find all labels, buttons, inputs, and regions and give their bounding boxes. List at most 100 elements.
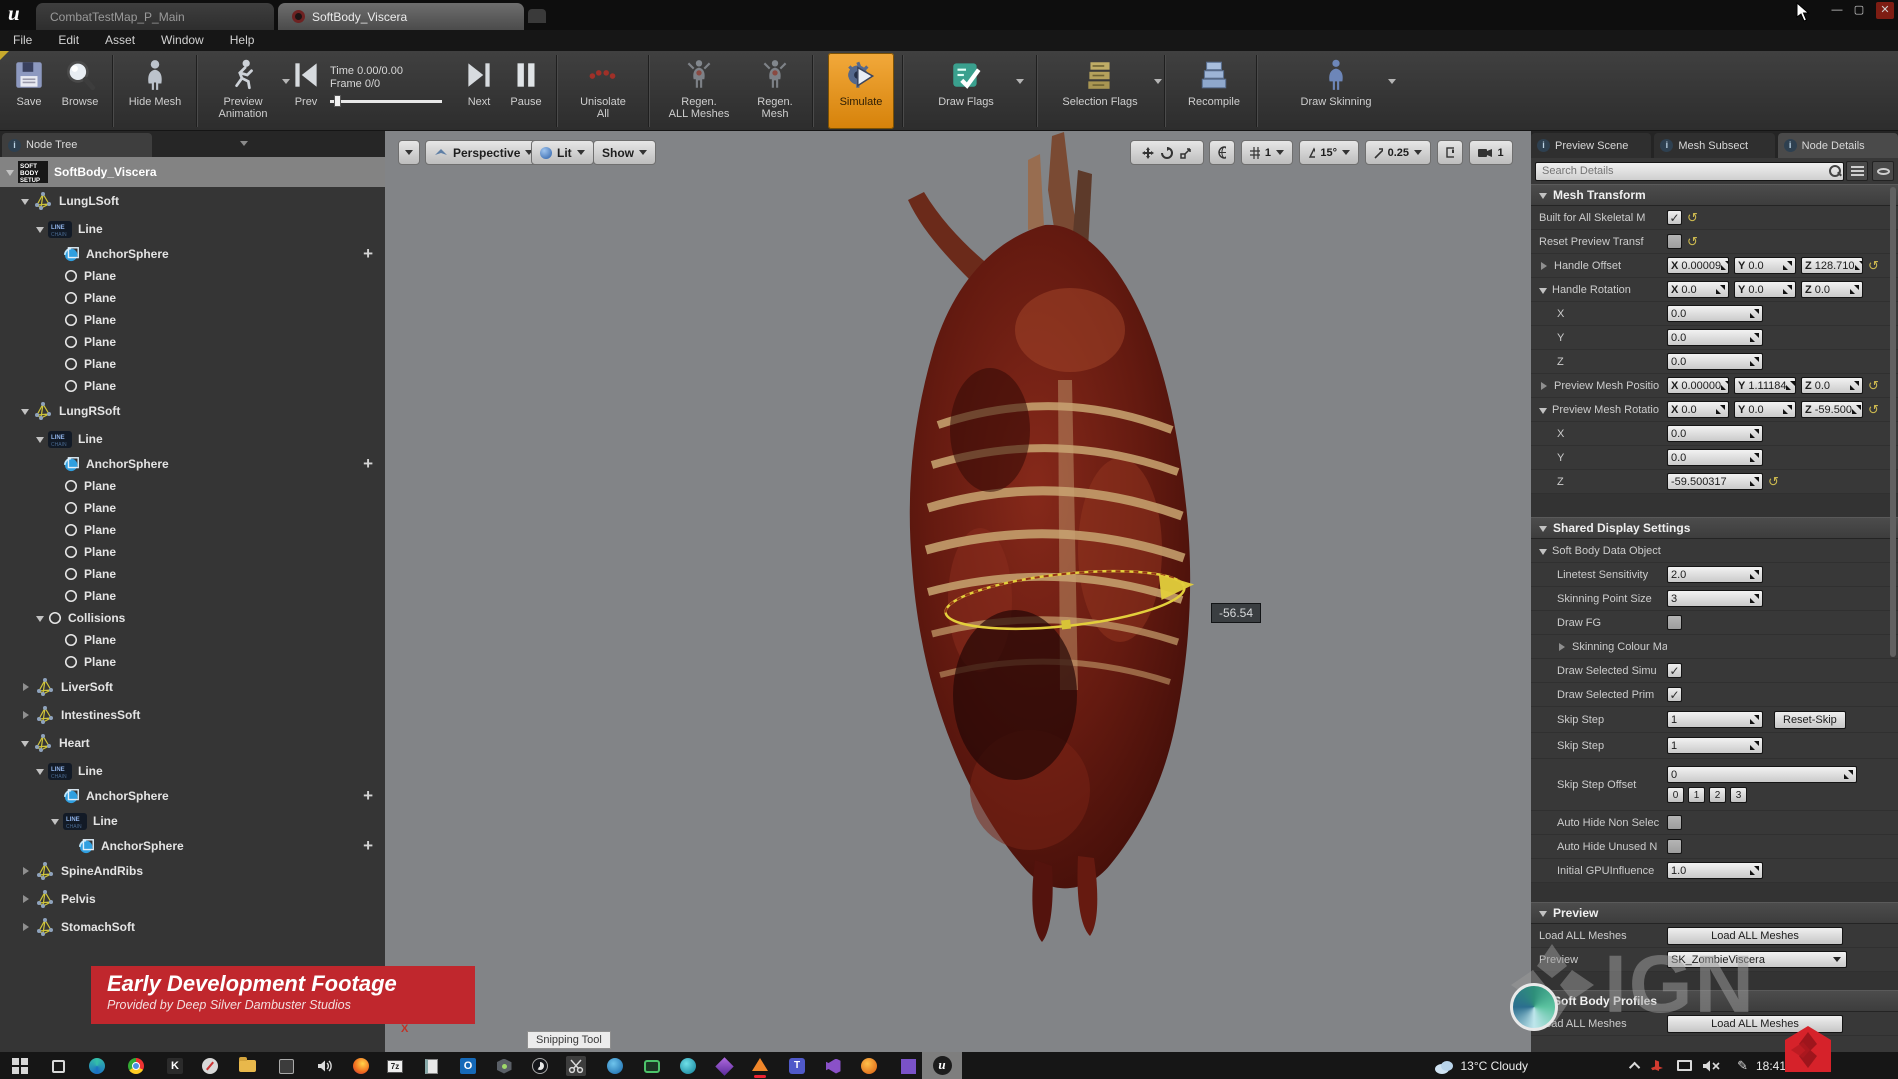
scrubber-handle[interactable] (334, 95, 341, 107)
drag-handle-icon[interactable] (1750, 477, 1759, 486)
tree-item-plane[interactable]: Plane (0, 519, 385, 541)
tree-item-plane[interactable]: Plane (0, 497, 385, 519)
simulate-button[interactable]: Simulate (828, 53, 894, 129)
drag-handle-icon[interactable] (1750, 309, 1759, 318)
expand-closed-icon[interactable] (23, 867, 33, 875)
tree-item-anchorsphere[interactable]: AnchorSphere+ (0, 243, 385, 265)
browse-button[interactable]: Browse (54, 53, 106, 129)
number-field[interactable]: X0.00000 (1667, 377, 1729, 394)
expand-open-icon[interactable] (36, 769, 44, 779)
tree-item-plane[interactable]: Plane (0, 331, 385, 353)
tree-item-lungrsoft[interactable]: LungRSoft (0, 397, 385, 425)
number-field[interactable]: 1.0 (1667, 862, 1763, 879)
vscode-icon[interactable] (898, 1056, 918, 1076)
lit-button[interactable]: Lit (531, 140, 594, 165)
expand-open-icon[interactable] (36, 437, 44, 447)
volume-mixer-icon[interactable] (315, 1056, 335, 1076)
tree-item-softbody-viscera[interactable]: SOFTBODYSETUPSoftBody_Viscera (0, 157, 385, 187)
tab-node-details[interactable]: iNode Details (1778, 133, 1898, 158)
tree-item-plane[interactable]: Plane (0, 375, 385, 397)
chrome-icon[interactable] (126, 1056, 146, 1076)
drag-handle-icon[interactable] (1783, 405, 1792, 414)
tree-item-lunglsoft[interactable]: LungLSoft (0, 187, 385, 215)
section-mesh-transform[interactable]: Mesh Transform (1531, 184, 1898, 206)
hexagon-app-icon[interactable] (494, 1056, 514, 1076)
number-field[interactable]: 0.0 (1667, 305, 1763, 322)
grid-snap-button[interactable]: 1 (1241, 140, 1293, 165)
minimize-icon[interactable]: — (1828, 2, 1846, 19)
expand-closed-icon[interactable] (1541, 262, 1551, 270)
tab-preview-scene[interactable]: iPreview Scene (1531, 133, 1651, 158)
capture-app-icon[interactable] (642, 1056, 662, 1076)
number-field[interactable]: Z0.0 (1801, 281, 1863, 298)
drag-handle-icon[interactable] (1850, 381, 1859, 390)
task-view-icon[interactable] (48, 1056, 68, 1076)
expand-open-icon[interactable] (1539, 193, 1547, 203)
file-explorer-icon[interactable] (237, 1056, 257, 1076)
drag-handle-icon[interactable] (1750, 333, 1759, 342)
blue-app-icon[interactable] (605, 1056, 625, 1076)
number-field[interactable]: Y0.0 (1734, 401, 1796, 418)
menu-item-asset[interactable]: Asset (92, 30, 148, 51)
checkbox[interactable]: ✓ (1667, 210, 1682, 225)
firefox-icon[interactable] (351, 1056, 371, 1076)
snipping-tool-icon[interactable] (566, 1056, 586, 1076)
tree-item-pelvis[interactable]: Pelvis (0, 885, 385, 913)
drag-handle-icon[interactable] (1783, 285, 1792, 294)
krita-icon[interactable]: K (165, 1056, 185, 1076)
display-tray-icon[interactable] (1677, 1052, 1692, 1079)
tree-item-plane[interactable]: Plane (0, 287, 385, 309)
viewport-3d[interactable]: -56.54 Perspective Lit Show 1 15° (385, 131, 1531, 1052)
selection-flags-button[interactable]: Selection Flags (1048, 53, 1152, 129)
world-local-toggle[interactable] (1209, 140, 1235, 165)
drop-app-icon[interactable] (678, 1056, 698, 1076)
number-field[interactable]: Y1.11184 (1734, 377, 1796, 394)
purple-diamond-icon[interactable] (714, 1056, 734, 1076)
maximize-viewport-button[interactable] (1437, 140, 1463, 165)
drag-handle-icon[interactable] (1716, 285, 1725, 294)
number-field[interactable]: X0.0 (1667, 401, 1729, 418)
viewport-options-button[interactable] (398, 140, 420, 165)
unisolate-all-button[interactable]: UnisolateAll (566, 53, 640, 129)
next-button[interactable]: Next (458, 53, 500, 129)
reset-to-default-icon[interactable]: ↺ (1768, 475, 1779, 488)
outlook-icon[interactable]: O (458, 1056, 478, 1076)
drag-handle-icon[interactable] (1750, 866, 1759, 875)
expand-open-icon[interactable] (21, 741, 29, 751)
reset-to-default-icon[interactable]: ↺ (1868, 403, 1879, 416)
offset-option-button[interactable]: 2 (1709, 787, 1726, 803)
expand-open-icon[interactable] (21, 409, 29, 419)
expand-open-icon[interactable] (1539, 408, 1547, 416)
menu-item-window[interactable]: Window (148, 30, 217, 51)
reset-skip-button[interactable]: Reset-Skip (1774, 711, 1846, 729)
clock[interactable]: 18:41 (1756, 1052, 1786, 1079)
number-field[interactable]: 0.0 (1667, 353, 1763, 370)
expand-closed-icon[interactable] (23, 895, 33, 903)
tree-item-line[interactable]: LINECHAINLine (0, 215, 385, 243)
drag-handle-icon[interactable] (1750, 570, 1759, 579)
chevron-down-icon[interactable] (1016, 79, 1024, 88)
drag-handle-icon[interactable] (1750, 357, 1759, 366)
tree-item-plane[interactable]: Plane (0, 265, 385, 287)
close-icon[interactable]: ✕ (1876, 2, 1894, 19)
visibility-button[interactable] (1872, 161, 1894, 181)
chevron-down-icon[interactable] (1388, 79, 1396, 88)
tab-softbody-viscera[interactable]: SoftBody_Viscera (278, 3, 524, 30)
reset-to-default-icon[interactable]: ↺ (1868, 259, 1879, 272)
expand-open-icon[interactable] (1539, 911, 1547, 921)
offset-option-button[interactable]: 0 (1667, 787, 1684, 803)
weather-widget[interactable]: 13°C Cloudy (1433, 1052, 1529, 1079)
tab-mesh-subsect[interactable]: iMesh Subsect (1654, 133, 1774, 158)
number-field[interactable]: X0.00009 (1667, 257, 1729, 274)
tree-item-plane[interactable]: Plane (0, 563, 385, 585)
menu-item-file[interactable]: File (0, 30, 45, 51)
scrollbar[interactable] (1890, 187, 1896, 657)
expand-open-icon[interactable] (21, 199, 29, 209)
number-field[interactable]: 0.0 (1667, 449, 1763, 466)
drag-handle-icon[interactable] (1850, 285, 1859, 294)
number-field[interactable]: Y0.0 (1734, 281, 1796, 298)
tree-item-collisions[interactable]: Collisions (0, 607, 385, 629)
expand-closed-icon[interactable] (1541, 382, 1551, 390)
tree-item-plane[interactable]: Plane (0, 475, 385, 497)
draw-skinning-button[interactable]: Draw Skinning (1286, 53, 1386, 129)
